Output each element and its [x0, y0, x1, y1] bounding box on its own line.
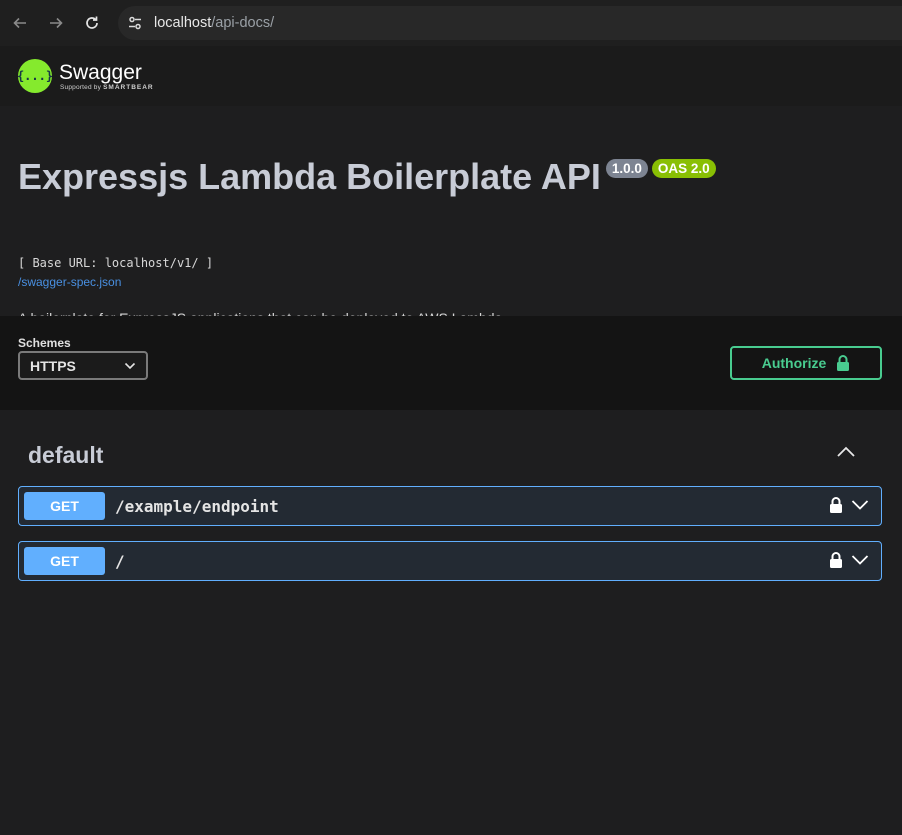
title-row: Expressjs Lambda Boilerplate API 1.0.0 O… [18, 156, 716, 198]
swagger-logo-icon[interactable]: {...} [17, 59, 53, 93]
address-bar[interactable]: localhost/api-docs/ [118, 6, 902, 40]
chevron-up-icon [837, 446, 855, 457]
schemes-select[interactable]: HTTPS [18, 351, 148, 380]
logo-sub-prefix: Supported by [60, 83, 102, 91]
authorize-button[interactable]: Authorize [730, 346, 882, 380]
api-info: Expressjs Lambda Boilerplate API 1.0.0 O… [0, 106, 902, 326]
page-title: Expressjs Lambda Boilerplate API [18, 156, 601, 197]
arrow-left-icon [13, 17, 26, 29]
logo-subtitle: Supported by SMARTBEAR [60, 84, 154, 91]
tag-collapse-button[interactable] [836, 445, 856, 463]
arrow-right-icon [50, 17, 63, 29]
method-badge: GET [24, 547, 105, 575]
version-badge: 1.0.0 [605, 159, 648, 178]
lock-icon[interactable] [829, 551, 843, 569]
spec-link[interactable]: /swagger-spec.json [18, 275, 121, 289]
method-badge: GET [24, 492, 105, 520]
base-url: [ Base URL: localhost/v1/ ] [18, 256, 214, 270]
authorize-label: Authorize [761, 355, 827, 371]
site-info-button[interactable] [118, 6, 152, 40]
logo-name: Swagger [59, 60, 142, 84]
swagger-logo-text: Swagger Supported by SMARTBEAR [59, 60, 154, 91]
url-host: localhost [154, 15, 212, 31]
opblock-icons [829, 496, 869, 514]
operation-path: / [115, 551, 125, 571]
opblock-get-root[interactable]: GET / [18, 541, 882, 581]
url-text: localhost/api-docs/ [154, 15, 274, 31]
schemes-label: Schemes [18, 336, 71, 350]
swagger-topbar: {...} Swagger Supported by SMARTBEAR [0, 46, 902, 106]
logo-sub-brand: SMARTBEAR [103, 83, 154, 91]
operation-path: /example/endpoint [115, 496, 279, 516]
chevron-down-icon [124, 362, 136, 369]
lock-icon[interactable] [829, 496, 843, 514]
url-path: /api-docs/ [211, 15, 275, 31]
opblock-get-example-endpoint[interactable]: GET /example/endpoint [18, 486, 882, 526]
browser-toolbar: localhost/api-docs/ [0, 0, 902, 46]
reload-icon [86, 16, 98, 29]
oas-badge: OAS 2.0 [651, 159, 716, 178]
scheme-container: Schemes HTTPS Authorize [0, 316, 902, 410]
back-button[interactable] [2, 5, 38, 41]
schemes-selected-value: HTTPS [30, 357, 76, 374]
chevron-down-icon[interactable] [851, 554, 869, 566]
lock-icon [837, 355, 850, 371]
opblock-icons [829, 551, 869, 569]
chevron-down-icon[interactable] [851, 499, 869, 511]
reload-button[interactable] [74, 5, 110, 41]
tune-icon [129, 16, 141, 30]
tag-header-default[interactable]: default [28, 442, 103, 469]
operations-section: default GET /example/endpoint GET / [0, 410, 902, 835]
forward-button[interactable] [38, 5, 74, 41]
